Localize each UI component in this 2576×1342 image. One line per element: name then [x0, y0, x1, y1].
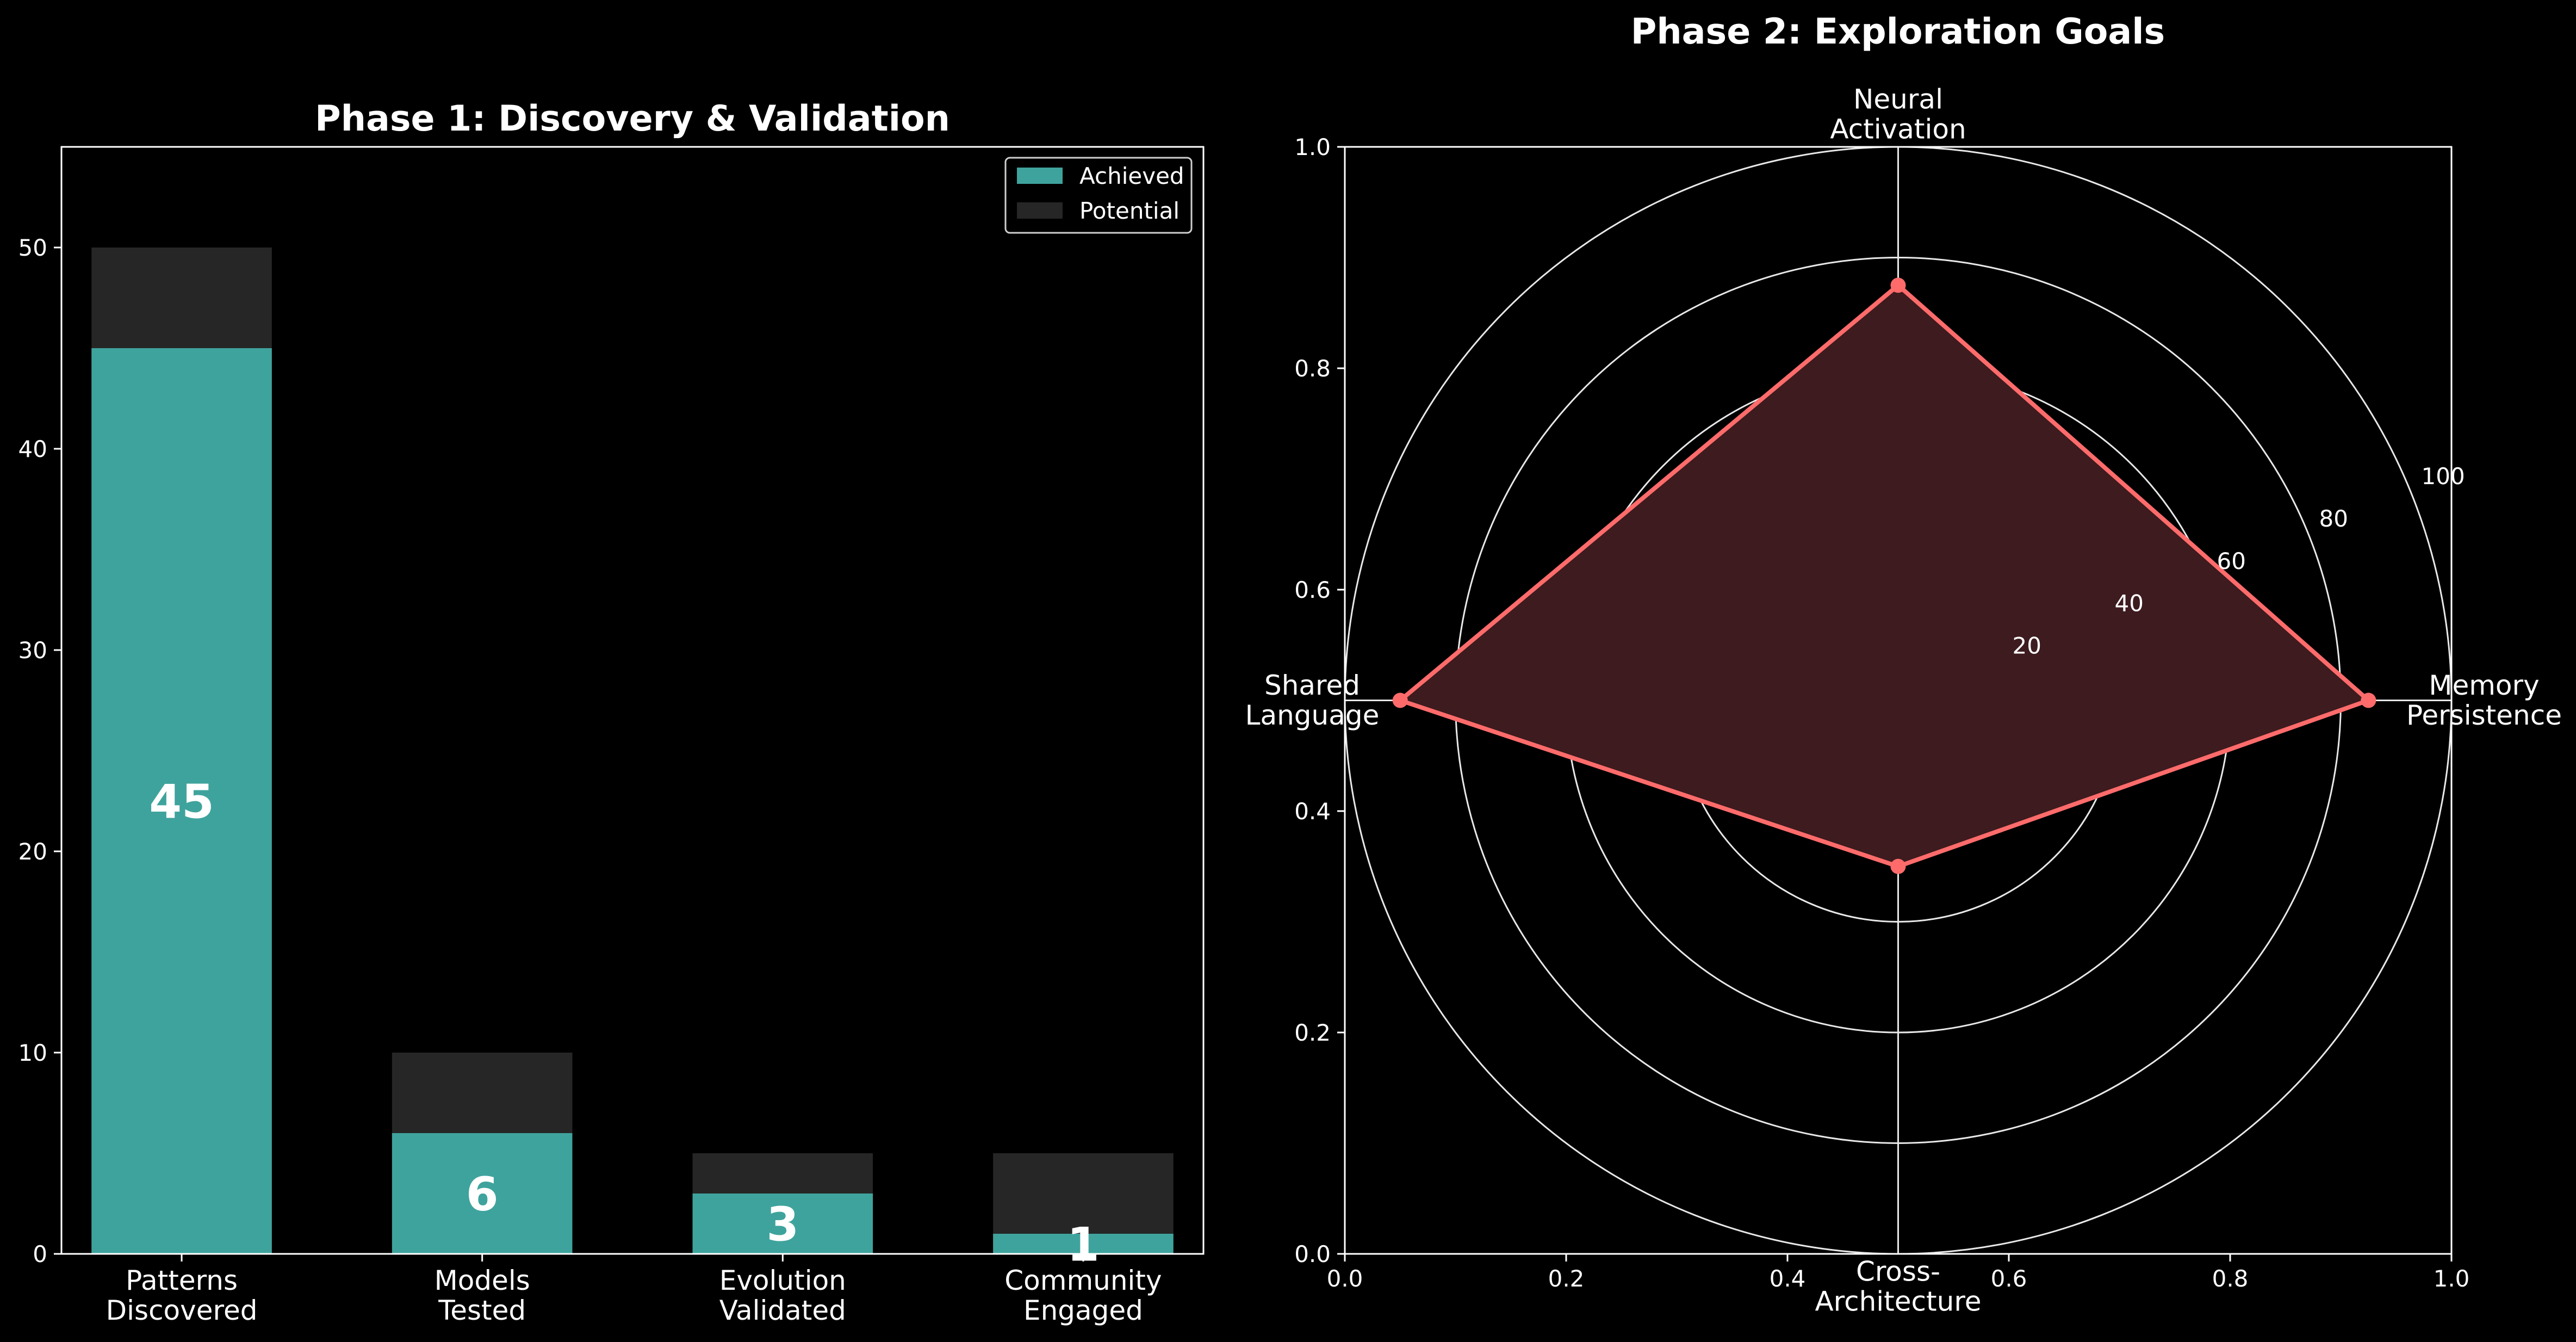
cart-y-tick-label: 1.0: [1294, 134, 1331, 160]
cart-x-tick-label: 0.6: [1991, 1265, 2027, 1292]
cart-x-tick-label: 0.2: [1548, 1265, 1585, 1292]
legend-swatch-achieved: [1017, 168, 1063, 184]
cart-x-tick-label: 0.4: [1770, 1265, 1806, 1292]
radar-point: [1392, 692, 1408, 708]
y-tick-label: 40: [18, 436, 47, 462]
radar-r-tick-label: 40: [2115, 590, 2144, 617]
y-tick-label: 0: [33, 1241, 47, 1267]
legend-swatch-potential: [1017, 202, 1063, 219]
bar-value-label: 1: [1067, 1218, 1100, 1272]
bar-chart-title: Phase 1: Discovery & Validation: [315, 98, 950, 139]
cart-x-tick-label: 1.0: [2434, 1265, 2470, 1292]
legend-label-achieved: Achieved: [1079, 163, 1184, 189]
radar-chart-title: Phase 2: Exploration Goals: [1631, 11, 2165, 52]
cart-x-tick-label: 0.0: [1327, 1265, 1363, 1292]
y-tick-label: 50: [18, 234, 47, 261]
x-tick-label: Community Engaged: [1004, 1265, 1162, 1326]
radar-r-tick-label: 80: [2319, 505, 2348, 532]
radar-axis-label: Memory Persistence: [2406, 670, 2562, 731]
x-tick-label: Models Tested: [434, 1265, 530, 1326]
radar-point: [1890, 277, 1906, 293]
radar-r-tick-label: 60: [2217, 548, 2246, 574]
radar-point: [2361, 692, 2376, 708]
x-tick-label: Evolution Validated: [719, 1265, 846, 1326]
y-tick-label: 30: [18, 637, 47, 664]
cart-y-tick-label: 0.6: [1294, 577, 1331, 603]
cart-y-tick-label: 0.0: [1294, 1241, 1331, 1267]
radar-axis-label: Shared Language: [1245, 670, 1380, 731]
bar-value-label: 6: [466, 1167, 499, 1222]
bar-legend: Achieved Potential: [1004, 157, 1193, 234]
figure: Phase 1: Discovery & Validation 0 10 20 30 4…: [0, 0, 2576, 1342]
cart-y-tick-label: 0.4: [1294, 798, 1331, 825]
x-tick-label: Patterns Discovered: [106, 1265, 258, 1326]
y-tick-label: 20: [18, 838, 47, 865]
bar-value-label: 3: [766, 1198, 799, 1252]
radar-r-tick-label: 100: [2422, 463, 2465, 490]
bar-value-label: 45: [149, 775, 214, 830]
cart-y-tick-label: 0.2: [1294, 1019, 1331, 1046]
cart-y-tick-label: 0.8: [1294, 355, 1331, 382]
radar-point: [1890, 858, 1906, 874]
y-tick-label: 10: [18, 1040, 47, 1066]
radar-r-tick-label: 20: [2013, 633, 2041, 659]
cart-x-tick-label: 0.8: [2212, 1265, 2249, 1292]
legend-label-potential: Potential: [1079, 197, 1180, 224]
